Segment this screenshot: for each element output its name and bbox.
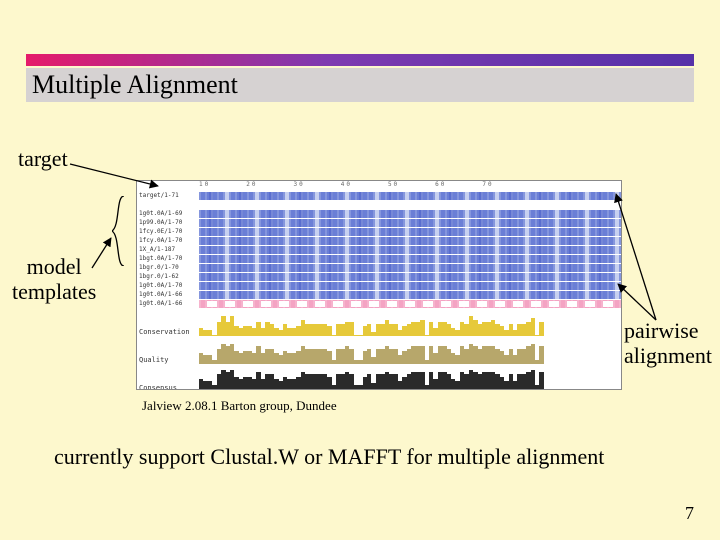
sequence-bar: [199, 264, 621, 272]
ruler-tick: 20: [246, 181, 257, 191]
sequence-name: 1g0t.0A/1-69: [137, 210, 199, 217]
sequence-bar: [199, 300, 621, 308]
pairwise-highlight-row: 1g0t.0A/1-66: [137, 299, 621, 308]
bar-column: [539, 322, 543, 336]
sequence-row: 1fcy.0E/1-70: [137, 227, 621, 236]
gap-row: [137, 200, 621, 209]
sequence-name: 1g0t.0A/1-66: [137, 300, 199, 307]
sequence-name: 1fcy.0E/1-70: [137, 228, 199, 235]
column-ruler: 10 20 30 40 50 60 70: [137, 181, 621, 191]
ruler-tick: 30: [293, 181, 304, 191]
sequence-row: 1bgr.0/1-62: [137, 272, 621, 281]
accent-bar: [26, 54, 694, 66]
title-strip: Multiple Alignment: [26, 68, 694, 102]
sequence-bar: [199, 255, 621, 263]
ruler-tick: 40: [341, 181, 352, 191]
sequence-name: 1bgr.0/1-70: [137, 264, 199, 271]
slide-title: Multiple Alignment: [32, 70, 238, 100]
sequence-row: target/1-71: [137, 191, 621, 200]
sequence-bar: [199, 219, 621, 227]
sequence-row: 1g0t.0A/1-66: [137, 290, 621, 299]
conservation-track: Conservation: [137, 312, 621, 336]
quality-track: Quality: [137, 340, 621, 364]
sequence-bar: [199, 282, 621, 290]
sequence-row: 1g0t.0A/1-69: [137, 209, 621, 218]
sequence-bar: [199, 237, 621, 245]
track-label-consensus: Consensus: [137, 384, 199, 390]
sequence-bar: [199, 273, 621, 281]
bar-column: [531, 318, 535, 336]
sequence-row: 1bgr.0/1-70: [137, 263, 621, 272]
sequence-name: target/1-71: [137, 192, 199, 199]
label-target: target: [18, 146, 68, 172]
sequence-name: 1g0t.0A/1-70: [137, 282, 199, 289]
label-pairwise-alignment: pairwise alignment: [624, 318, 712, 369]
sequence-row: 1bgt.0A/1-70: [137, 254, 621, 263]
consensus-track: Consensus: [137, 368, 621, 390]
sequence-name: 1X_A/1-187: [137, 246, 199, 253]
ruler-tick: 60: [435, 181, 446, 191]
alignment-viewer: 10 20 30 40 50 60 70 target/1-71 1g0t.0A/1-69 1p…: [136, 180, 622, 390]
ruler-tick: 50: [388, 181, 399, 191]
sequence-bar: [199, 228, 621, 236]
bar-column: [539, 372, 543, 390]
viewer-caption: Jalview 2.08.1 Barton group, Dundee: [142, 398, 337, 414]
label-pairwise-l1: pairwise: [624, 318, 699, 343]
ruler-tick: 70: [482, 181, 493, 191]
brace-icon: [112, 196, 126, 266]
sequence-bar: [199, 192, 621, 200]
sequence-name: 1bgt.0A/1-70: [137, 255, 199, 262]
sequence-row: 1X_A/1-187: [137, 245, 621, 254]
page-number: 7: [685, 503, 694, 524]
label-model-l1: model: [27, 254, 82, 279]
sequence-row: 1p99.0A/1-70: [137, 218, 621, 227]
ruler-tick: 10: [199, 181, 210, 191]
track-label-conservation: Conservation: [137, 328, 199, 336]
bar-column: [539, 346, 543, 364]
sequence-bar: [199, 246, 621, 254]
sequence-name: 1g0t.0A/1-66: [137, 291, 199, 298]
label-model-l2: templates: [12, 279, 96, 304]
sequence-name: 1p99.0A/1-70: [137, 219, 199, 226]
sequence-bar: [199, 210, 621, 218]
sequence-row: 1fcy.0A/1-70: [137, 236, 621, 245]
bar-column: [420, 320, 424, 336]
label-model-templates: model templates: [12, 254, 96, 305]
label-pairwise-l2: alignment: [624, 343, 712, 368]
bar-column: [349, 322, 353, 336]
track-label-quality: Quality: [137, 356, 199, 364]
sequence-bar: [199, 291, 621, 299]
sequence-name: 1bgr.0/1-62: [137, 273, 199, 280]
sequence-name: 1fcy.0A/1-70: [137, 237, 199, 244]
sequence-row: 1g0t.0A/1-70: [137, 281, 621, 290]
body-text: currently support Clustal.W or MAFFT for…: [54, 444, 604, 470]
